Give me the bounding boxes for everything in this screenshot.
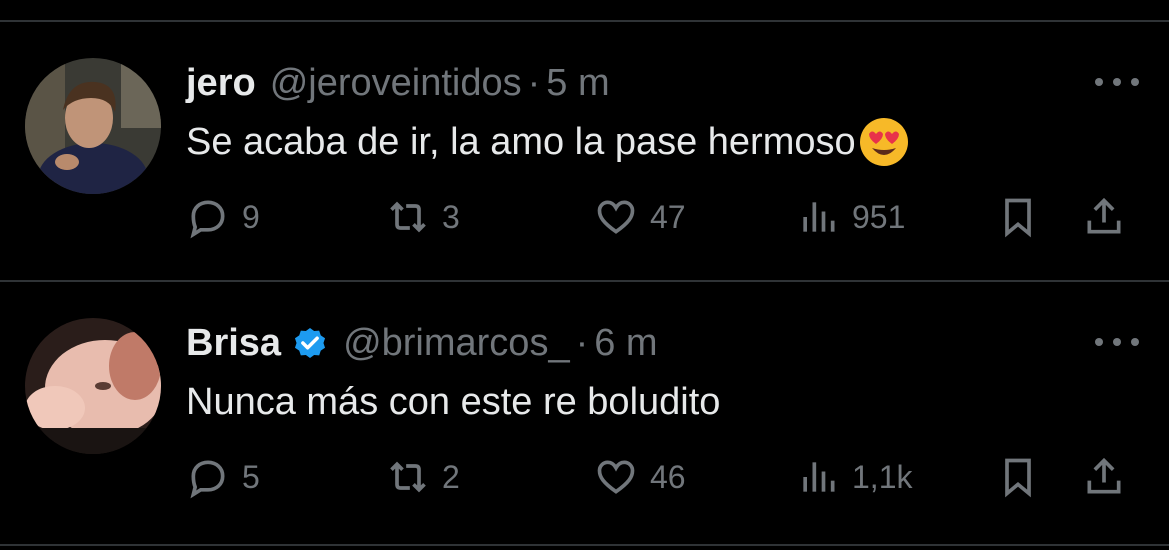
tweet-actions: 5 2 46 1,1k <box>186 452 1146 502</box>
bottom-divider <box>0 544 1169 546</box>
retweet-icon <box>390 201 426 233</box>
retweet-count: 2 <box>442 458 460 495</box>
views-count: 1,1k <box>852 458 913 495</box>
heart-icon <box>597 200 635 234</box>
views-icon <box>803 462 835 492</box>
share-icon <box>1087 197 1121 234</box>
avatar[interactable] <box>25 58 161 194</box>
reply-button[interactable]: 9 <box>186 192 260 242</box>
timestamp[interactable]: 6 m <box>594 322 657 365</box>
user-handle[interactable]: @brimarcos_ <box>343 322 570 365</box>
separator-dot: · <box>527 61 541 104</box>
heart-icon <box>597 460 635 494</box>
bookmark-icon <box>1005 458 1031 498</box>
share-button[interactable] <box>1082 192 1126 242</box>
tweet[interactable]: Brisa @brimarcos_ · 6 m Nunca más con es… <box>0 318 1169 518</box>
separator-dot: · <box>575 321 589 364</box>
top-divider <box>0 20 1169 22</box>
verified-badge-icon <box>291 324 329 362</box>
like-count: 47 <box>650 198 686 235</box>
display-name[interactable]: jero <box>186 62 256 105</box>
user-handle[interactable]: @jeroveintidos <box>270 62 522 105</box>
timestamp[interactable]: 5 m <box>546 62 609 105</box>
share-icon <box>1087 457 1121 494</box>
tweet-text: Se acaba de ir, la amo la pase hermoso <box>186 120 856 163</box>
tweet-header: Brisa @brimarcos_ · 6 m <box>186 318 658 368</box>
reply-icon <box>190 460 225 499</box>
retweet-count: 3 <box>442 198 460 235</box>
views-count: 951 <box>852 198 906 235</box>
heart-eyes-emoji-icon <box>858 116 910 168</box>
tweet-text: Nunca más con este re boludito <box>186 380 721 423</box>
views-button[interactable]: 1,1k <box>796 452 912 502</box>
more-options-icon[interactable] <box>1095 332 1139 352</box>
tweet[interactable]: jero @jeroveintidos · 5 m Se acaba de ir… <box>0 58 1169 258</box>
views-icon <box>803 202 835 232</box>
retweet-button[interactable]: 2 <box>386 452 460 502</box>
like-button[interactable]: 47 <box>594 192 686 242</box>
like-button[interactable]: 46 <box>594 452 686 502</box>
reply-count: 9 <box>242 198 260 235</box>
avatar[interactable] <box>25 318 161 454</box>
retweet-icon <box>390 461 426 493</box>
retweet-button[interactable]: 3 <box>386 192 460 242</box>
views-button[interactable]: 951 <box>796 192 905 242</box>
bookmark-button[interactable] <box>996 452 1040 502</box>
more-options-icon[interactable] <box>1095 72 1139 92</box>
bookmark-button[interactable] <box>996 192 1040 242</box>
tweet-text-row: Se acaba de ir, la amo la pase hermoso <box>186 114 910 170</box>
tweet-text-row: Nunca más con este re boludito <box>186 374 720 430</box>
reply-icon <box>190 200 225 239</box>
reply-count: 5 <box>242 458 260 495</box>
bookmark-icon <box>1005 198 1031 238</box>
tweet-actions: 9 3 47 951 <box>186 192 1146 242</box>
tweet-header: jero @jeroveintidos · 5 m <box>186 58 610 108</box>
share-button[interactable] <box>1082 452 1126 502</box>
like-count: 46 <box>650 458 686 495</box>
reply-button[interactable]: 5 <box>186 452 260 502</box>
display-name[interactable]: Brisa <box>186 322 281 365</box>
tweet-divider <box>0 280 1169 282</box>
